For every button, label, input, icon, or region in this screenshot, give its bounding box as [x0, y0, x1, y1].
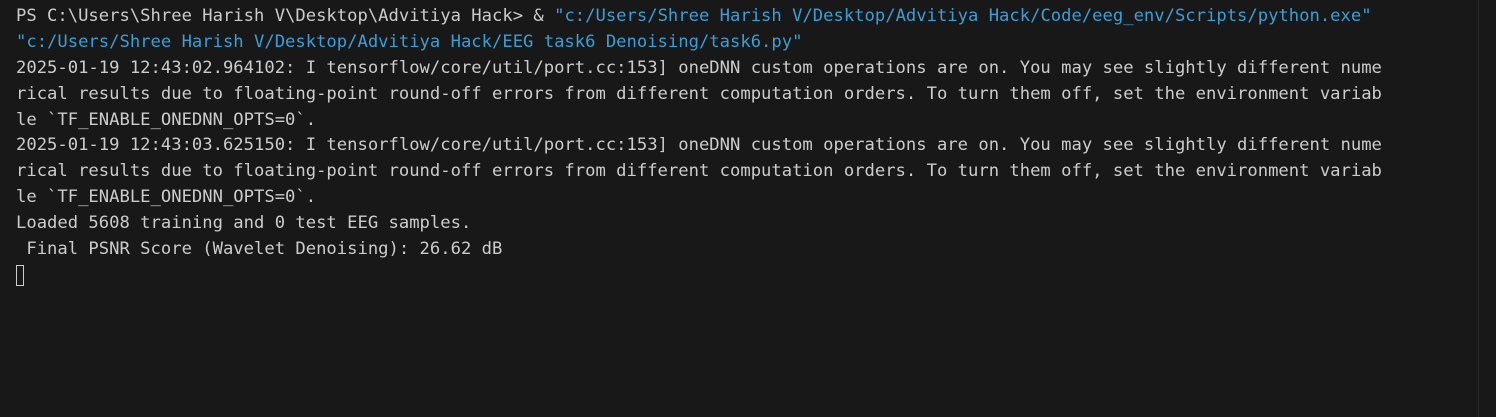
command-script-path: "c:/Users/Shree Harish V/Desktop/Advitiy…: [16, 31, 803, 52]
output-line: Final PSNR Score (Wavelet Denoising): 26…: [16, 239, 503, 260]
terminal-panel[interactable]: PS C:\Users\Shree Harish V\Desktop\Advit…: [0, 0, 1496, 417]
prompt-text: PS C:\Users\Shree Harish V\Desktop\Advit…: [16, 6, 555, 26]
input-line[interactable]: [16, 263, 1496, 289]
output-line: rical results due to floating-point roun…: [16, 161, 1382, 182]
output-line: Loaded 5608 training and 0 test EEG samp…: [16, 213, 472, 234]
vertical-scrollbar[interactable]: [1478, 0, 1496, 417]
command-python-path: "c:/Users/Shree Harish V/Desktop/Advitiy…: [554, 6, 1372, 26]
command-line: PS C:\Users\Shree Harish V\Desktop\Advit…: [16, 4, 1496, 30]
output-line: 2025-01-19 12:43:03.625150: I tensorflow…: [16, 135, 1382, 156]
output-line: 2025-01-19 12:43:02.964102: I tensorflow…: [16, 57, 1382, 78]
command-line-continued: "c:/Users/Shree Harish V/Desktop/Advitiy…: [16, 30, 1496, 56]
output-line: le `TF_ENABLE_ONEDNN_OPTS=0`.: [16, 109, 317, 130]
output-line: rical results due to floating-point roun…: [16, 83, 1382, 104]
output-line: le `TF_ENABLE_ONEDNN_OPTS=0`.: [16, 187, 317, 208]
text-cursor[interactable]: [16, 265, 24, 287]
